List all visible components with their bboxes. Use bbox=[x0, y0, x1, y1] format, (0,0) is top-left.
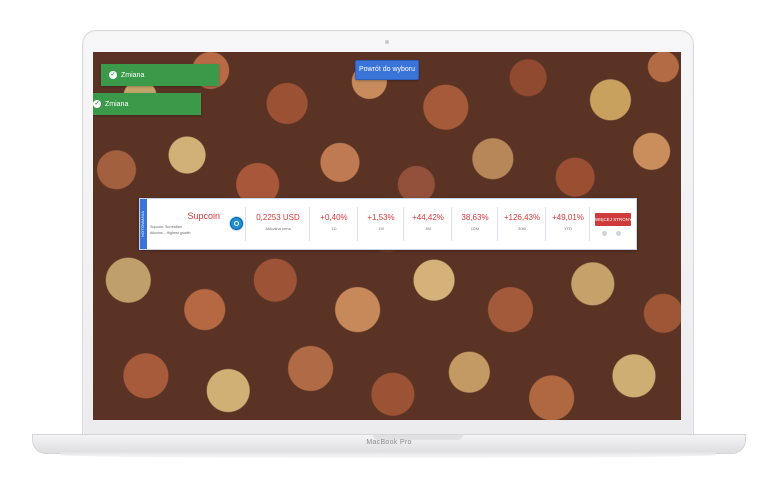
change-period: 1D bbox=[331, 226, 337, 231]
camera-dot bbox=[385, 40, 389, 44]
change-notification[interactable]: ✓ Zmiana bbox=[93, 93, 201, 115]
change-cell-ytd: +49,01% YTD bbox=[545, 207, 590, 241]
more-button[interactable]: WIĘCEJ STRONY bbox=[595, 213, 632, 226]
coin-detail: Supcoin: Surrealism bbox=[150, 225, 183, 229]
crypto-ticker-widget: NOTOWANIA Supcoin Supcoin: Surrealism Al… bbox=[139, 198, 637, 250]
change-value: +49,01% bbox=[552, 213, 584, 222]
laptop-foot bbox=[60, 452, 716, 458]
coin-category: Altcoins – Highest growth bbox=[150, 231, 191, 235]
prev-slide-icon[interactable] bbox=[602, 231, 607, 236]
change-period: 30M bbox=[518, 226, 526, 231]
change-period: 3M bbox=[425, 226, 431, 231]
screen-area: ✓ Zmiana ✓ Zmiana Powrót do wyboru NOTOW… bbox=[93, 52, 681, 420]
coin-name[interactable]: Supcoin bbox=[150, 211, 220, 221]
current-price: 0,2253 USD bbox=[256, 213, 300, 222]
change-notification[interactable]: ✓ Zmiana bbox=[101, 64, 219, 86]
device-model-label: MacBook Pro bbox=[366, 439, 412, 446]
check-icon: ✓ bbox=[93, 100, 101, 108]
change-value: +44,42% bbox=[412, 213, 444, 222]
change-value: +0,40% bbox=[320, 213, 348, 222]
back-to-selection-button[interactable]: Powrót do wyboru bbox=[355, 60, 419, 80]
notification-text: Zmiana bbox=[105, 100, 129, 108]
ticker-actions: WIĘCEJ STRONY bbox=[589, 207, 636, 241]
ticker-side-tab[interactable]: NOTOWANIA bbox=[140, 199, 147, 249]
notification-text: Zmiana bbox=[121, 71, 145, 79]
change-period: 1M bbox=[378, 226, 384, 231]
change-period: YTD bbox=[564, 226, 572, 231]
laptop-base: MacBook Pro bbox=[32, 434, 746, 454]
change-value: +126,43% bbox=[503, 213, 541, 222]
change-cell-3m: +44,42% 3M bbox=[403, 207, 452, 241]
change-period: 1DM bbox=[470, 226, 480, 231]
change-value: +1,53% bbox=[367, 213, 395, 222]
next-slide-icon[interactable] bbox=[616, 231, 621, 236]
current-price-label: Aktualna cena bbox=[265, 226, 291, 231]
change-cell-30m: +126,43% 30M bbox=[497, 207, 546, 241]
change-value: 38,63% bbox=[461, 213, 489, 222]
coin-logo-icon bbox=[230, 217, 243, 230]
change-cell-1d: +0,40% 1D bbox=[309, 207, 358, 241]
check-icon: ✓ bbox=[109, 71, 117, 79]
price-cell: 0,2253 USD Aktualna cena bbox=[245, 207, 310, 241]
change-cell-1m: +1,53% 1M bbox=[357, 207, 404, 241]
change-cell-1dm: 38,63% 1DM bbox=[451, 207, 498, 241]
